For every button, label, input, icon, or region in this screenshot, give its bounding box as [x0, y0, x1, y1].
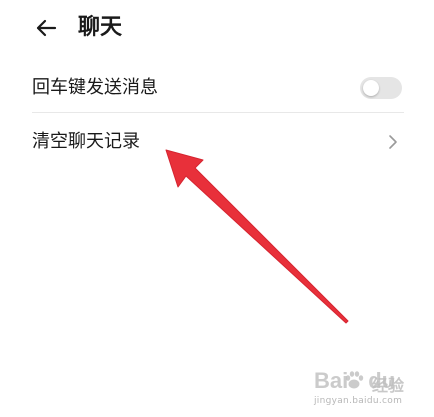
clear-history-row[interactable]: 清空聊天记录 [32, 120, 404, 164]
row-divider [32, 112, 404, 113]
annotation-arrow [165, 149, 349, 324]
enter-to-send-row[interactable]: 回车键发送消息 [32, 68, 404, 108]
paw-icon [345, 371, 364, 389]
app-header: 聊天 [0, 0, 434, 56]
back-button[interactable] [26, 12, 66, 44]
clear-history-label: 清空聊天记录 [32, 131, 140, 152]
watermark-url: jingyan.baidu.com [314, 396, 403, 406]
enter-to-send-toggle[interactable] [360, 77, 402, 99]
page-title: 聊天 [78, 15, 123, 40]
watermark-tag: 经验 [372, 376, 405, 395]
toggle-knob [363, 80, 379, 96]
enter-to-send-label: 回车键发送消息 [32, 77, 158, 98]
chat-settings-page: 聊天 回车键发送消息 清空聊天记录 Bai du 经验 jingyan.baidu… [0, 0, 434, 417]
baidu-watermark: Bai du 经验 jingyan.baidu.com [300, 366, 430, 412]
chevron-right-icon [386, 133, 400, 151]
arrow-left-icon [36, 19, 57, 37]
